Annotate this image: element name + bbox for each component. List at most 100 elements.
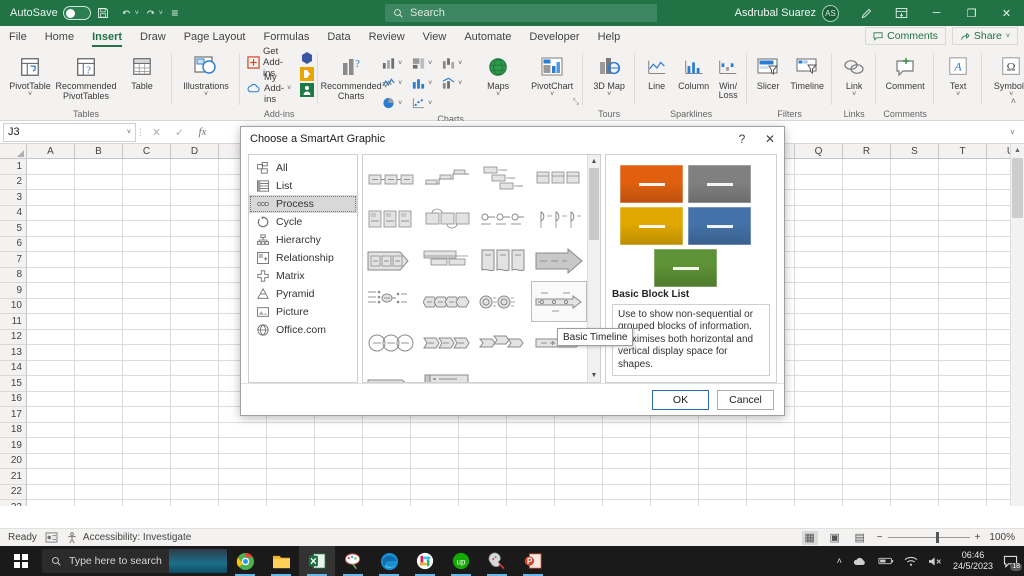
category-item-matrix[interactable]: Matrix <box>249 267 357 285</box>
vertical-scrollbar[interactable]: ▲ <box>1010 144 1024 506</box>
layout-thumbnail-basic-process[interactable] <box>363 158 419 199</box>
row-header-9[interactable]: 9 <box>0 283 27 299</box>
3d-map-caret-icon[interactable]: ˅ <box>607 92 611 98</box>
wifi-icon[interactable] <box>904 556 918 567</box>
cell-R19[interactable] <box>843 438 891 454</box>
cell-A3[interactable] <box>27 190 75 206</box>
tab-help[interactable]: Help <box>589 26 630 48</box>
gallery-scrollbar[interactable]: ▲ ▼ <box>587 155 600 382</box>
layout-thumbnail-repeating-bending-process[interactable] <box>363 363 419 382</box>
cell-D4[interactable] <box>171 206 219 222</box>
layout-thumbnail-grouped-list[interactable] <box>475 240 531 281</box>
cell-R1[interactable] <box>843 159 891 175</box>
cell-D23[interactable] <box>171 500 219 506</box>
dialog-box-launcher-icon[interactable]: ⤡ <box>573 97 579 107</box>
cell-A4[interactable] <box>27 206 75 222</box>
cell-S10[interactable] <box>891 299 939 315</box>
minimize-button[interactable]: ─ <box>919 0 954 26</box>
cell-Q4[interactable] <box>795 206 843 222</box>
row-header-14[interactable]: 14 <box>0 361 27 377</box>
cell-C21[interactable] <box>123 469 171 485</box>
cell-R2[interactable] <box>843 175 891 191</box>
cell-R18[interactable] <box>843 423 891 439</box>
cell-D5[interactable] <box>171 221 219 237</box>
cell-L18[interactable] <box>555 423 603 439</box>
collapse-ribbon-icon[interactable]: ˄ <box>1011 96 1016 106</box>
cell-T14[interactable] <box>939 361 987 377</box>
gallery-scroll-thumb[interactable] <box>589 168 599 240</box>
column-header-C[interactable]: C <box>123 144 171 159</box>
cell-T5[interactable] <box>939 221 987 237</box>
sparkline-column-button[interactable]: Column <box>675 51 712 93</box>
powerpoint-taskbar-icon[interactable] <box>515 546 551 576</box>
layout-thumbnail-process-list[interactable] <box>475 281 531 322</box>
zoom-knob[interactable] <box>936 532 939 543</box>
cell-G18[interactable] <box>315 423 363 439</box>
cell-D13[interactable] <box>171 345 219 361</box>
pivottable-caret-icon[interactable]: ˅ <box>28 92 32 98</box>
cell-T2[interactable] <box>939 175 987 191</box>
slack-taskbar-icon[interactable] <box>407 546 443 576</box>
scroll-up-icon[interactable]: ▲ <box>588 155 600 168</box>
ok-button[interactable]: OK <box>652 390 709 410</box>
tab-view[interactable]: View <box>414 26 456 48</box>
row-header-15[interactable]: 15 <box>0 376 27 392</box>
cell-F21[interactable] <box>267 469 315 485</box>
cell-B20[interactable] <box>75 454 123 470</box>
cell-N23[interactable] <box>651 500 699 506</box>
waterfall-chart-icon[interactable]: ˅ <box>441 53 471 73</box>
edge-taskbar-icon[interactable] <box>371 546 407 576</box>
cell-I23[interactable] <box>411 500 459 506</box>
insert-function-icon[interactable]: fx <box>191 126 214 138</box>
cell-H23[interactable] <box>363 500 411 506</box>
cell-Q14[interactable] <box>795 361 843 377</box>
cell-B2[interactable] <box>75 175 123 191</box>
save-icon[interactable] <box>91 1 115 25</box>
row-header-21[interactable]: 21 <box>0 469 27 485</box>
cell-Q18[interactable] <box>795 423 843 439</box>
cell-J23[interactable] <box>459 500 507 506</box>
recommended-pivottables-button[interactable]: ? Recommended PivotTables <box>57 51 115 103</box>
column-header-A[interactable]: A <box>27 144 75 159</box>
cell-S22[interactable] <box>891 485 939 501</box>
column-chart-icon[interactable]: ˅ <box>381 53 411 73</box>
cell-G22[interactable] <box>315 485 363 501</box>
cell-B19[interactable] <box>75 438 123 454</box>
cell-Q20[interactable] <box>795 454 843 470</box>
cell-A8[interactable] <box>27 268 75 284</box>
chrome-taskbar-icon[interactable] <box>227 546 263 576</box>
cell-Q21[interactable] <box>795 469 843 485</box>
cell-C19[interactable] <box>123 438 171 454</box>
column-header-T[interactable]: T <box>939 144 987 159</box>
text-button[interactable]: A Text ˅ <box>938 51 978 99</box>
cell-T17[interactable] <box>939 407 987 423</box>
maps-caret-icon[interactable]: ˅ <box>496 92 500 98</box>
cell-M19[interactable] <box>603 438 651 454</box>
cell-C1[interactable] <box>123 159 171 175</box>
cell-F18[interactable] <box>267 423 315 439</box>
cell-R6[interactable] <box>843 237 891 253</box>
cell-R8[interactable] <box>843 268 891 284</box>
layout-thumbnail-empty[interactable] <box>531 363 587 382</box>
cell-B4[interactable] <box>75 206 123 222</box>
category-list[interactable]: AllListProcessCycleHierarchyRelationship… <box>248 154 358 383</box>
column-header-B[interactable]: B <box>75 144 123 159</box>
row-header-18[interactable]: 18 <box>0 423 27 439</box>
cell-R13[interactable] <box>843 345 891 361</box>
cell-D22[interactable] <box>171 485 219 501</box>
row-header-1[interactable]: 1 <box>0 159 27 175</box>
cell-D8[interactable] <box>171 268 219 284</box>
category-item-relationship[interactable]: Relationship <box>249 249 357 267</box>
notifications-icon[interactable]: 18 <box>1003 555 1018 568</box>
cell-E21[interactable] <box>219 469 267 485</box>
cell-B1[interactable] <box>75 159 123 175</box>
cell-R22[interactable] <box>843 485 891 501</box>
cell-R12[interactable] <box>843 330 891 346</box>
row-header-11[interactable]: 11 <box>0 314 27 330</box>
pivottable-button[interactable]: PivotTable ˅ <box>4 51 56 99</box>
cell-C20[interactable] <box>123 454 171 470</box>
cell-C8[interactable] <box>123 268 171 284</box>
pivotchart-button[interactable]: PivotChart ˅ <box>525 51 579 99</box>
tab-data[interactable]: Data <box>318 26 359 48</box>
cell-T15[interactable] <box>939 376 987 392</box>
